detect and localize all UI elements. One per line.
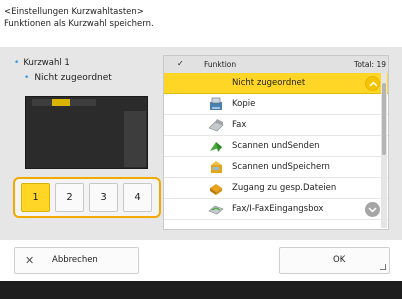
fax-inbox-icon — [208, 202, 224, 217]
list-item[interactable]: Kopie — [164, 94, 388, 115]
list-item[interactable]: Scannen undSpeichern — [164, 157, 388, 178]
list-item-label: Fax/I-FaxEingangsbox — [232, 204, 324, 214]
key-preview-display — [25, 96, 148, 169]
copy-icon — [208, 97, 224, 112]
status-footer — [0, 281, 402, 299]
header-title: <Einstellungen Kurzwahltasten> — [4, 7, 144, 17]
list-header: ✓ Funktion Total: 19 — [164, 56, 388, 73]
kurzwahl-label: Kurzwahl 1 — [23, 58, 70, 68]
list-item[interactable]: Fax — [164, 115, 388, 136]
scan-send-icon — [208, 139, 224, 154]
bullet-icon: • — [24, 73, 30, 83]
list-item[interactable]: Zugang zu gesp.Dateien — [164, 178, 388, 199]
list-item-label: Scannen undSenden — [232, 141, 320, 151]
preview-side-panel — [124, 111, 146, 167]
chevron-up-icon — [369, 81, 378, 87]
fax-icon — [208, 118, 224, 133]
scroll-down-button[interactable] — [365, 202, 380, 217]
function-list: ✓ Funktion Total: 19 Nicht zugeordnet Ko… — [163, 55, 389, 230]
assignment-label: Nicht zugeordnet — [34, 73, 112, 83]
list-scrollbar[interactable] — [381, 73, 387, 228]
scrollbar-thumb[interactable] — [382, 83, 386, 155]
preview-key-bar — [32, 99, 96, 106]
bullet-icon: • — [14, 58, 20, 68]
stored-files-icon — [208, 181, 224, 196]
page-header: <Einstellungen Kurzwahltasten> Funktione… — [4, 6, 154, 30]
close-icon: ✕ — [25, 254, 35, 267]
quick-key-2[interactable]: 2 — [55, 183, 84, 212]
list-item-label: Scannen undSpeichern — [232, 162, 330, 172]
kurzwahl-title: • Kurzwahl 1 — [14, 58, 70, 68]
corner-mark-icon — [380, 264, 386, 270]
quick-key-group: 1 2 3 4 — [13, 177, 161, 218]
list-item-label: Fax — [232, 120, 247, 130]
chevron-down-icon — [368, 207, 377, 213]
ok-button[interactable]: OK — [279, 247, 390, 274]
list-item[interactable]: Scannen undSenden — [164, 136, 388, 157]
kurzwahl-assignment: • Nicht zugeordnet — [24, 73, 112, 83]
quick-key-1[interactable]: 1 — [21, 183, 50, 212]
quick-key-4[interactable]: 4 — [123, 183, 152, 212]
list-item[interactable]: Fax/I-FaxEingangsbox — [164, 199, 388, 220]
cancel-button[interactable]: ✕ Abbrechen — [14, 247, 139, 274]
scan-store-icon — [208, 160, 224, 175]
function-column-header: Funktion — [204, 60, 237, 69]
list-item[interactable]: Nicht zugeordnet — [164, 73, 388, 94]
total-count: Total: 19 — [354, 60, 386, 69]
preview-key-highlight — [52, 99, 70, 106]
list-item-label: Zugang zu gesp.Dateien — [232, 183, 337, 193]
list-item-label: Kopie — [232, 99, 256, 109]
header-instruction: Funktionen als Kurzwahl speichern. — [4, 19, 154, 29]
scroll-up-button[interactable] — [365, 76, 380, 91]
cancel-label: Abbrechen — [52, 255, 98, 265]
quick-key-3[interactable]: 3 — [89, 183, 118, 212]
check-column-icon: ✓ — [177, 59, 184, 68]
list-item-label: Nicht zugeordnet — [232, 78, 306, 88]
ok-label: OK — [333, 255, 346, 265]
